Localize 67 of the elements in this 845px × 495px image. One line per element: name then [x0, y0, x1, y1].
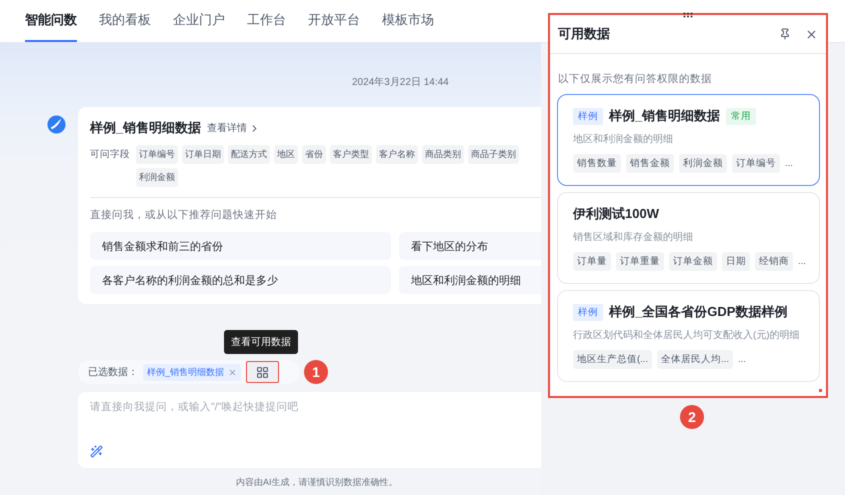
- suggested-question[interactable]: 各客户名称的利润金额的总和是多少: [90, 266, 391, 294]
- dataset-title: 样例_销售明细数据: [90, 119, 202, 137]
- field-tag: 配送方式: [228, 145, 270, 164]
- callout-marker: 2: [680, 405, 704, 429]
- field-tag: 订单编号: [136, 145, 178, 164]
- field-tag: 订单编号: [732, 154, 780, 173]
- close-icon[interactable]: [805, 28, 818, 40]
- field-tag: 地区: [274, 145, 298, 164]
- selected-data-label: 已选数据：: [88, 366, 138, 379]
- dataset-description: 行政区划代码和全体居民人均可支配收入(元)的明细: [573, 329, 801, 342]
- question-input[interactable]: 请直接向我提问，或输入"/"唤起快捷提问吧: [78, 392, 541, 468]
- more-fields: ...: [738, 354, 746, 365]
- panel-title: 可用数据: [558, 25, 611, 43]
- grid-icon: [256, 366, 270, 378]
- field-tag: 订单重量: [616, 252, 664, 271]
- field-tag: 经销商: [755, 252, 793, 271]
- assistant-avatar-icon: [47, 115, 66, 134]
- nav-tab[interactable]: 模板市场: [382, 0, 434, 42]
- field-tag: 订单量: [573, 252, 611, 271]
- suggested-question[interactable]: 看下地区的分布: [399, 232, 541, 260]
- suggestion-prompt: 直接问我，或从以下推荐问题快速开始: [90, 208, 278, 222]
- dataset-name: 样例_销售明细数据: [609, 107, 720, 125]
- callout-marker: 1: [304, 360, 328, 384]
- nav-tab[interactable]: 工作台: [247, 0, 286, 42]
- dataset-name: 样例_全国各省份GDP数据样例: [609, 303, 788, 321]
- field-tag: 全体居民人均...: [657, 350, 734, 369]
- field-tag: 利润金额: [679, 154, 727, 173]
- available-data-button[interactable]: [246, 361, 280, 383]
- sample-tag: 样例: [573, 304, 603, 320]
- permission-note: 以下仅展示您有问答权限的数据: [558, 72, 713, 86]
- tooltip: 查看可用数据: [224, 330, 298, 354]
- field-tag: 地区生产总值(...: [573, 350, 652, 369]
- dataset-name: 伊利测试100W: [573, 205, 659, 223]
- remove-icon[interactable]: [228, 368, 238, 376]
- timestamp: 2024年3月22日 14:44: [352, 76, 450, 89]
- more-fields: ...: [785, 158, 793, 169]
- nav-tab[interactable]: 我的看板: [99, 0, 151, 42]
- pin-icon[interactable]: [779, 28, 791, 40]
- dataset-description: 地区和利润金额的明细: [573, 133, 674, 146]
- dataset-option[interactable]: 伊利测试100W 销售区域和库存金额的明细 订单量 订单重量 订单金额 日期 经销商 ...: [557, 192, 820, 284]
- field-tag: 利润金额: [136, 168, 178, 187]
- field-tag: 销售金额: [626, 154, 674, 173]
- details-link[interactable]: 查看详情: [207, 121, 260, 135]
- field-tag: 客户类型: [330, 145, 372, 164]
- suggested-question[interactable]: 销售金额求和前三的省份: [90, 232, 391, 260]
- field-tag: 日期: [722, 252, 750, 271]
- sample-tag: 样例: [573, 108, 603, 124]
- frequent-badge: 常用: [726, 108, 756, 124]
- fields-label: 可问字段: [90, 148, 130, 162]
- suggested-question[interactable]: 地区和利润金额的明细: [399, 266, 541, 294]
- ai-disclaimer: 内容由AI生成，请谨慎识别数据准确性。: [236, 476, 399, 489]
- field-tag: 订单日期: [182, 145, 224, 164]
- dataset-description: 销售区域和库存金额的明细: [573, 231, 694, 244]
- field-tag: 省份: [302, 145, 326, 164]
- resize-handle-icon: [819, 389, 822, 392]
- field-tag: 商品子类别: [468, 145, 519, 164]
- selected-data-chip[interactable]: 样例_销售明细数据: [143, 364, 242, 380]
- field-tag: 客户名称: [376, 145, 418, 164]
- more-fields: ...: [798, 256, 806, 267]
- nav-tab[interactable]: 企业门户: [173, 0, 225, 42]
- magic-wand-icon[interactable]: [90, 445, 103, 458]
- dataset-option[interactable]: 样例 样例_销售明细数据 常用 地区和利润金额的明细 销售数量 销售金额 利润金额 订单编号 ...: [557, 94, 820, 186]
- nav-tab[interactable]: 开放平台: [308, 0, 360, 42]
- field-tag: 销售数量: [573, 154, 621, 173]
- field-tag: 商品类别: [422, 145, 464, 164]
- dataset-option[interactable]: 样例 样例_全国各省份GDP数据样例 行政区划代码和全体居民人均可支配收入(元)的明细 地区生产总值(... 全体居民人均... ...: [557, 290, 820, 382]
- field-tag: 订单金额: [669, 252, 717, 271]
